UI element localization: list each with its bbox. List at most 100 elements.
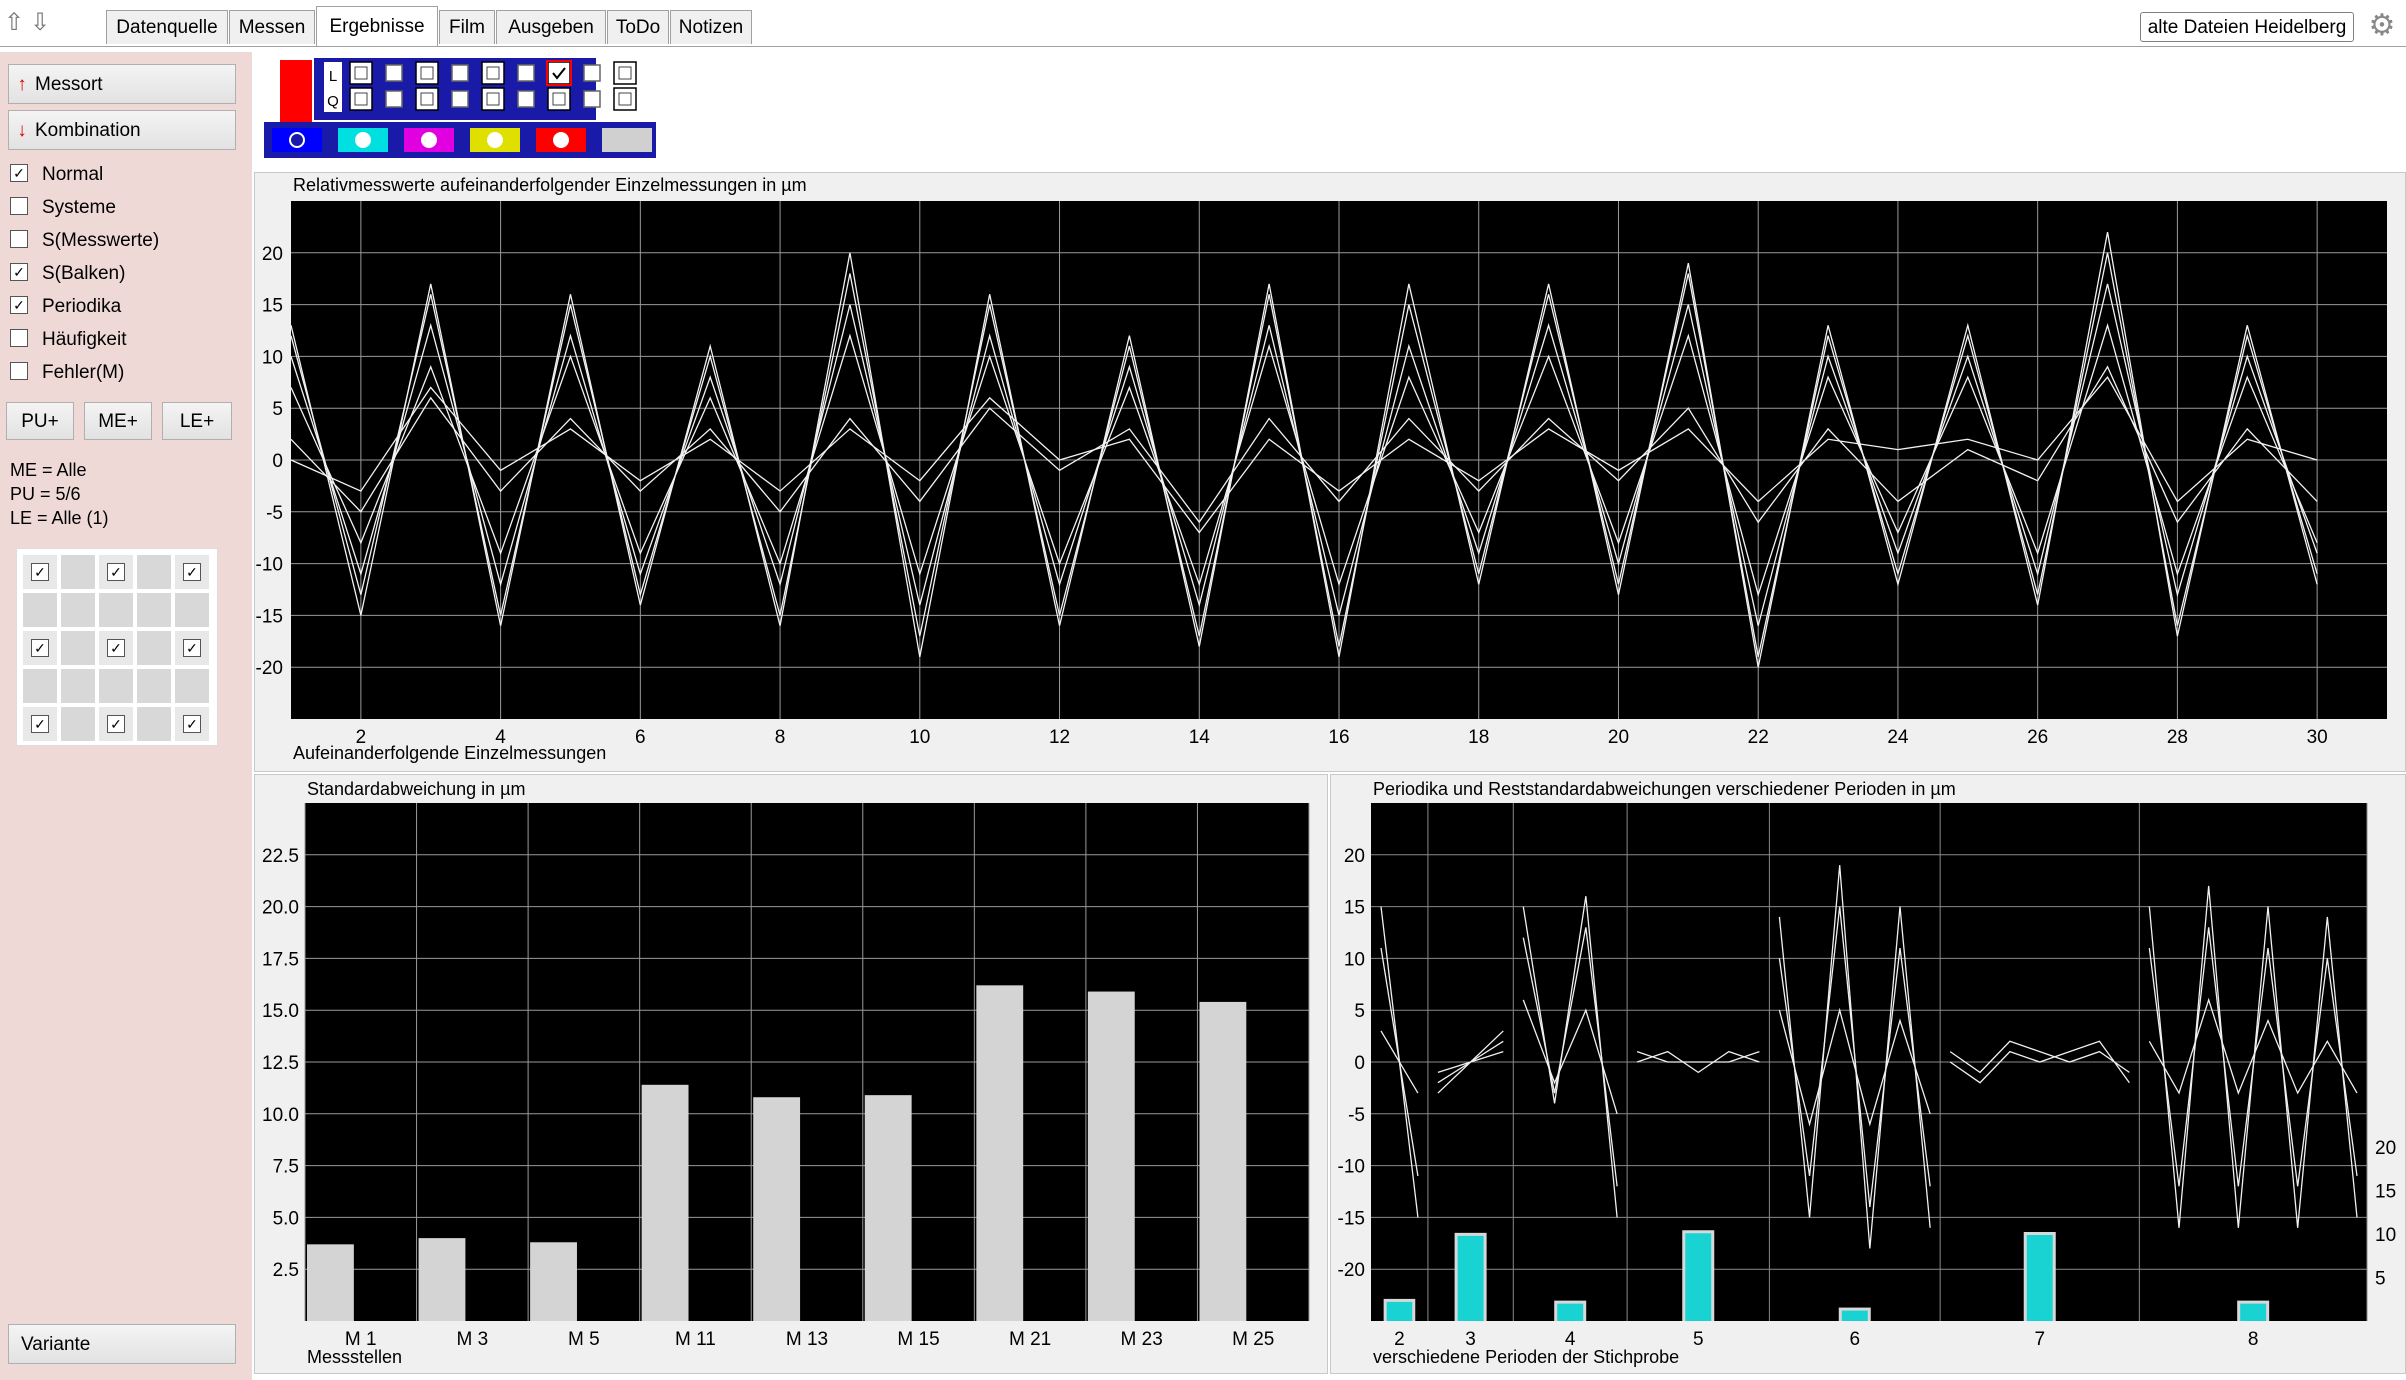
grid-checkbox[interactable]: ✓ xyxy=(107,563,125,581)
grid-cell[interactable] xyxy=(61,631,95,665)
grid-cell-checked[interactable]: ✓ xyxy=(23,631,57,665)
arrow-up-icon[interactable]: ⇧ xyxy=(2,10,26,36)
checkbox-periodika[interactable]: ✓ Periodika xyxy=(10,294,121,320)
chart1-svg[interactable]: 2 4 6 8 10 12 14 16 18 20 22 24 26 28 3020151050-5-10-… xyxy=(255,173,2405,771)
legend-series-checkbox[interactable] xyxy=(385,90,403,108)
chart2-bar[interactable] xyxy=(530,1242,577,1321)
legend-series-checkbox[interactable] xyxy=(583,90,601,108)
checkbox-box[interactable] xyxy=(10,328,28,347)
messort-button[interactable]: ↑ Messort xyxy=(8,64,236,104)
checkbox-box[interactable]: ✓ xyxy=(10,163,28,182)
grid-cell[interactable] xyxy=(137,593,171,627)
legend-series-checkbox[interactable] xyxy=(613,87,637,111)
chart2-bar[interactable] xyxy=(864,1095,912,1321)
grid-cell[interactable] xyxy=(137,631,171,665)
grid-cell[interactable] xyxy=(23,593,57,627)
tab-ergebnisse[interactable]: Ergebnisse xyxy=(316,6,438,46)
chart3-residual-bar[interactable] xyxy=(1386,1301,1413,1321)
grid-cell-checked[interactable]: ✓ xyxy=(175,707,209,741)
chart3-residual-bar[interactable] xyxy=(1841,1310,1868,1321)
legend-series-checkbox[interactable] xyxy=(415,87,439,111)
grid-cell[interactable] xyxy=(61,555,95,589)
legend-series-checkbox[interactable] xyxy=(385,64,403,82)
chart3-residual-bar[interactable] xyxy=(1457,1235,1484,1321)
checkbox-box[interactable] xyxy=(10,229,28,248)
legend-series-checkbox[interactable] xyxy=(349,87,373,111)
tab-film[interactable]: Film xyxy=(439,10,495,44)
chart3-residual-bar[interactable] xyxy=(1685,1233,1712,1321)
legend-series-checkbox[interactable] xyxy=(547,87,571,111)
arrow-down-icon[interactable]: ⇩ xyxy=(28,10,52,36)
tab-datenquelle[interactable]: Datenquelle xyxy=(106,10,228,44)
chart2-bar[interactable] xyxy=(1087,991,1135,1321)
checkbox-s-messwerte[interactable]: S(Messwerte) xyxy=(10,228,159,254)
grid-checkbox[interactable]: ✓ xyxy=(183,715,201,733)
le-plus-button[interactable]: LE+ xyxy=(162,402,232,440)
grid-checkbox[interactable]: ✓ xyxy=(183,639,201,657)
checkbox-normal[interactable]: ✓ Normal xyxy=(10,162,103,188)
grid-cell-checked[interactable]: ✓ xyxy=(175,555,209,589)
checkbox-box[interactable]: ✓ xyxy=(10,262,28,281)
grid-checkbox[interactable]: ✓ xyxy=(31,563,49,581)
legend-series-checkbox[interactable] xyxy=(481,61,505,85)
chart2-bar[interactable] xyxy=(753,1097,801,1321)
legend-color-swatch[interactable] xyxy=(602,128,652,152)
chart2-svg[interactable]: 2.5 5.0 7.5 10.0 12.5 15.0 17.5 20.0 22.5 M 1 M 3 M… xyxy=(255,775,1327,1373)
gear-icon[interactable]: ⚙ xyxy=(2366,10,2398,42)
grid-checkbox[interactable]: ✓ xyxy=(31,639,49,657)
grid-cell[interactable] xyxy=(99,593,133,627)
grid-checkbox[interactable]: ✓ xyxy=(31,715,49,733)
chart3-residual-bar[interactable] xyxy=(2240,1303,2267,1321)
checkbox-haeufigkeit[interactable]: Häufigkeit xyxy=(10,327,127,353)
grid-cell[interactable] xyxy=(175,593,209,627)
chart2-bar[interactable] xyxy=(307,1244,354,1321)
grid-cell-checked[interactable]: ✓ xyxy=(23,555,57,589)
legend-series-checkbox[interactable] xyxy=(451,90,469,108)
grid-cell[interactable] xyxy=(23,669,57,703)
legend-series-checkbox[interactable] xyxy=(517,90,535,108)
legend-series-checkbox[interactable] xyxy=(451,64,469,82)
grid-cell[interactable] xyxy=(61,669,95,703)
tab-messen[interactable]: Messen xyxy=(229,10,315,44)
legend-series-checkbox[interactable] xyxy=(583,64,601,82)
chart3-residual-bar[interactable] xyxy=(1557,1303,1584,1321)
grid-cell[interactable] xyxy=(61,593,95,627)
tab-ausgeben[interactable]: Ausgeben xyxy=(496,10,606,44)
legend-series-checkbox[interactable] xyxy=(547,61,571,85)
grid-cell[interactable] xyxy=(61,707,95,741)
checkbox-s-balken[interactable]: ✓ S(Balken) xyxy=(10,261,125,287)
tab-notizen[interactable]: Notizen xyxy=(670,10,752,44)
grid-cell-checked[interactable]: ✓ xyxy=(99,631,133,665)
grid-cell[interactable] xyxy=(137,555,171,589)
variante-button[interactable]: Variante xyxy=(8,1324,236,1364)
grid-checkbox[interactable]: ✓ xyxy=(183,563,201,581)
legend-series-checkbox[interactable] xyxy=(415,61,439,85)
kombination-button[interactable]: ↓ Kombination xyxy=(8,110,236,150)
grid-cell[interactable] xyxy=(137,707,171,741)
grid-cell-checked[interactable]: ✓ xyxy=(99,555,133,589)
legend-series-checkbox[interactable] xyxy=(481,87,505,111)
chart3-residual-bar[interactable] xyxy=(2026,1234,2053,1321)
chart2-bar[interactable] xyxy=(976,985,1024,1321)
legend-series-checkbox[interactable] xyxy=(517,64,535,82)
grid-cell-checked[interactable]: ✓ xyxy=(23,707,57,741)
checkbox-systeme[interactable]: Systeme xyxy=(10,195,116,221)
pu-plus-button[interactable]: PU+ xyxy=(6,402,74,440)
chart2-bar[interactable] xyxy=(418,1238,466,1321)
checkbox-fehler-m[interactable]: Fehler(M) xyxy=(10,360,124,386)
datafile-button[interactable]: alte Dateien Heidelberg xyxy=(2140,12,2354,42)
grid-checkbox[interactable]: ✓ xyxy=(107,639,125,657)
me-plus-button[interactable]: ME+ xyxy=(84,402,152,440)
grid-cell[interactable] xyxy=(137,669,171,703)
chart2-bar[interactable] xyxy=(1199,1001,1247,1321)
checkbox-box[interactable] xyxy=(10,196,28,215)
grid-cell-checked[interactable]: ✓ xyxy=(175,631,209,665)
grid-cell[interactable] xyxy=(99,669,133,703)
chart3-svg[interactable]: 20 15 10 5 0 -5 -10 -15 -20 20 15 10 5 2 3 4 5 6 7 8 xyxy=(1331,775,2405,1373)
checkbox-box[interactable] xyxy=(10,361,28,380)
grid-cell-checked[interactable]: ✓ xyxy=(99,707,133,741)
checkbox-box[interactable]: ✓ xyxy=(10,295,28,314)
legend-series-checkbox[interactable] xyxy=(613,61,637,85)
tab-todo[interactable]: ToDo xyxy=(607,10,669,44)
chart2-bar[interactable] xyxy=(641,1084,689,1321)
